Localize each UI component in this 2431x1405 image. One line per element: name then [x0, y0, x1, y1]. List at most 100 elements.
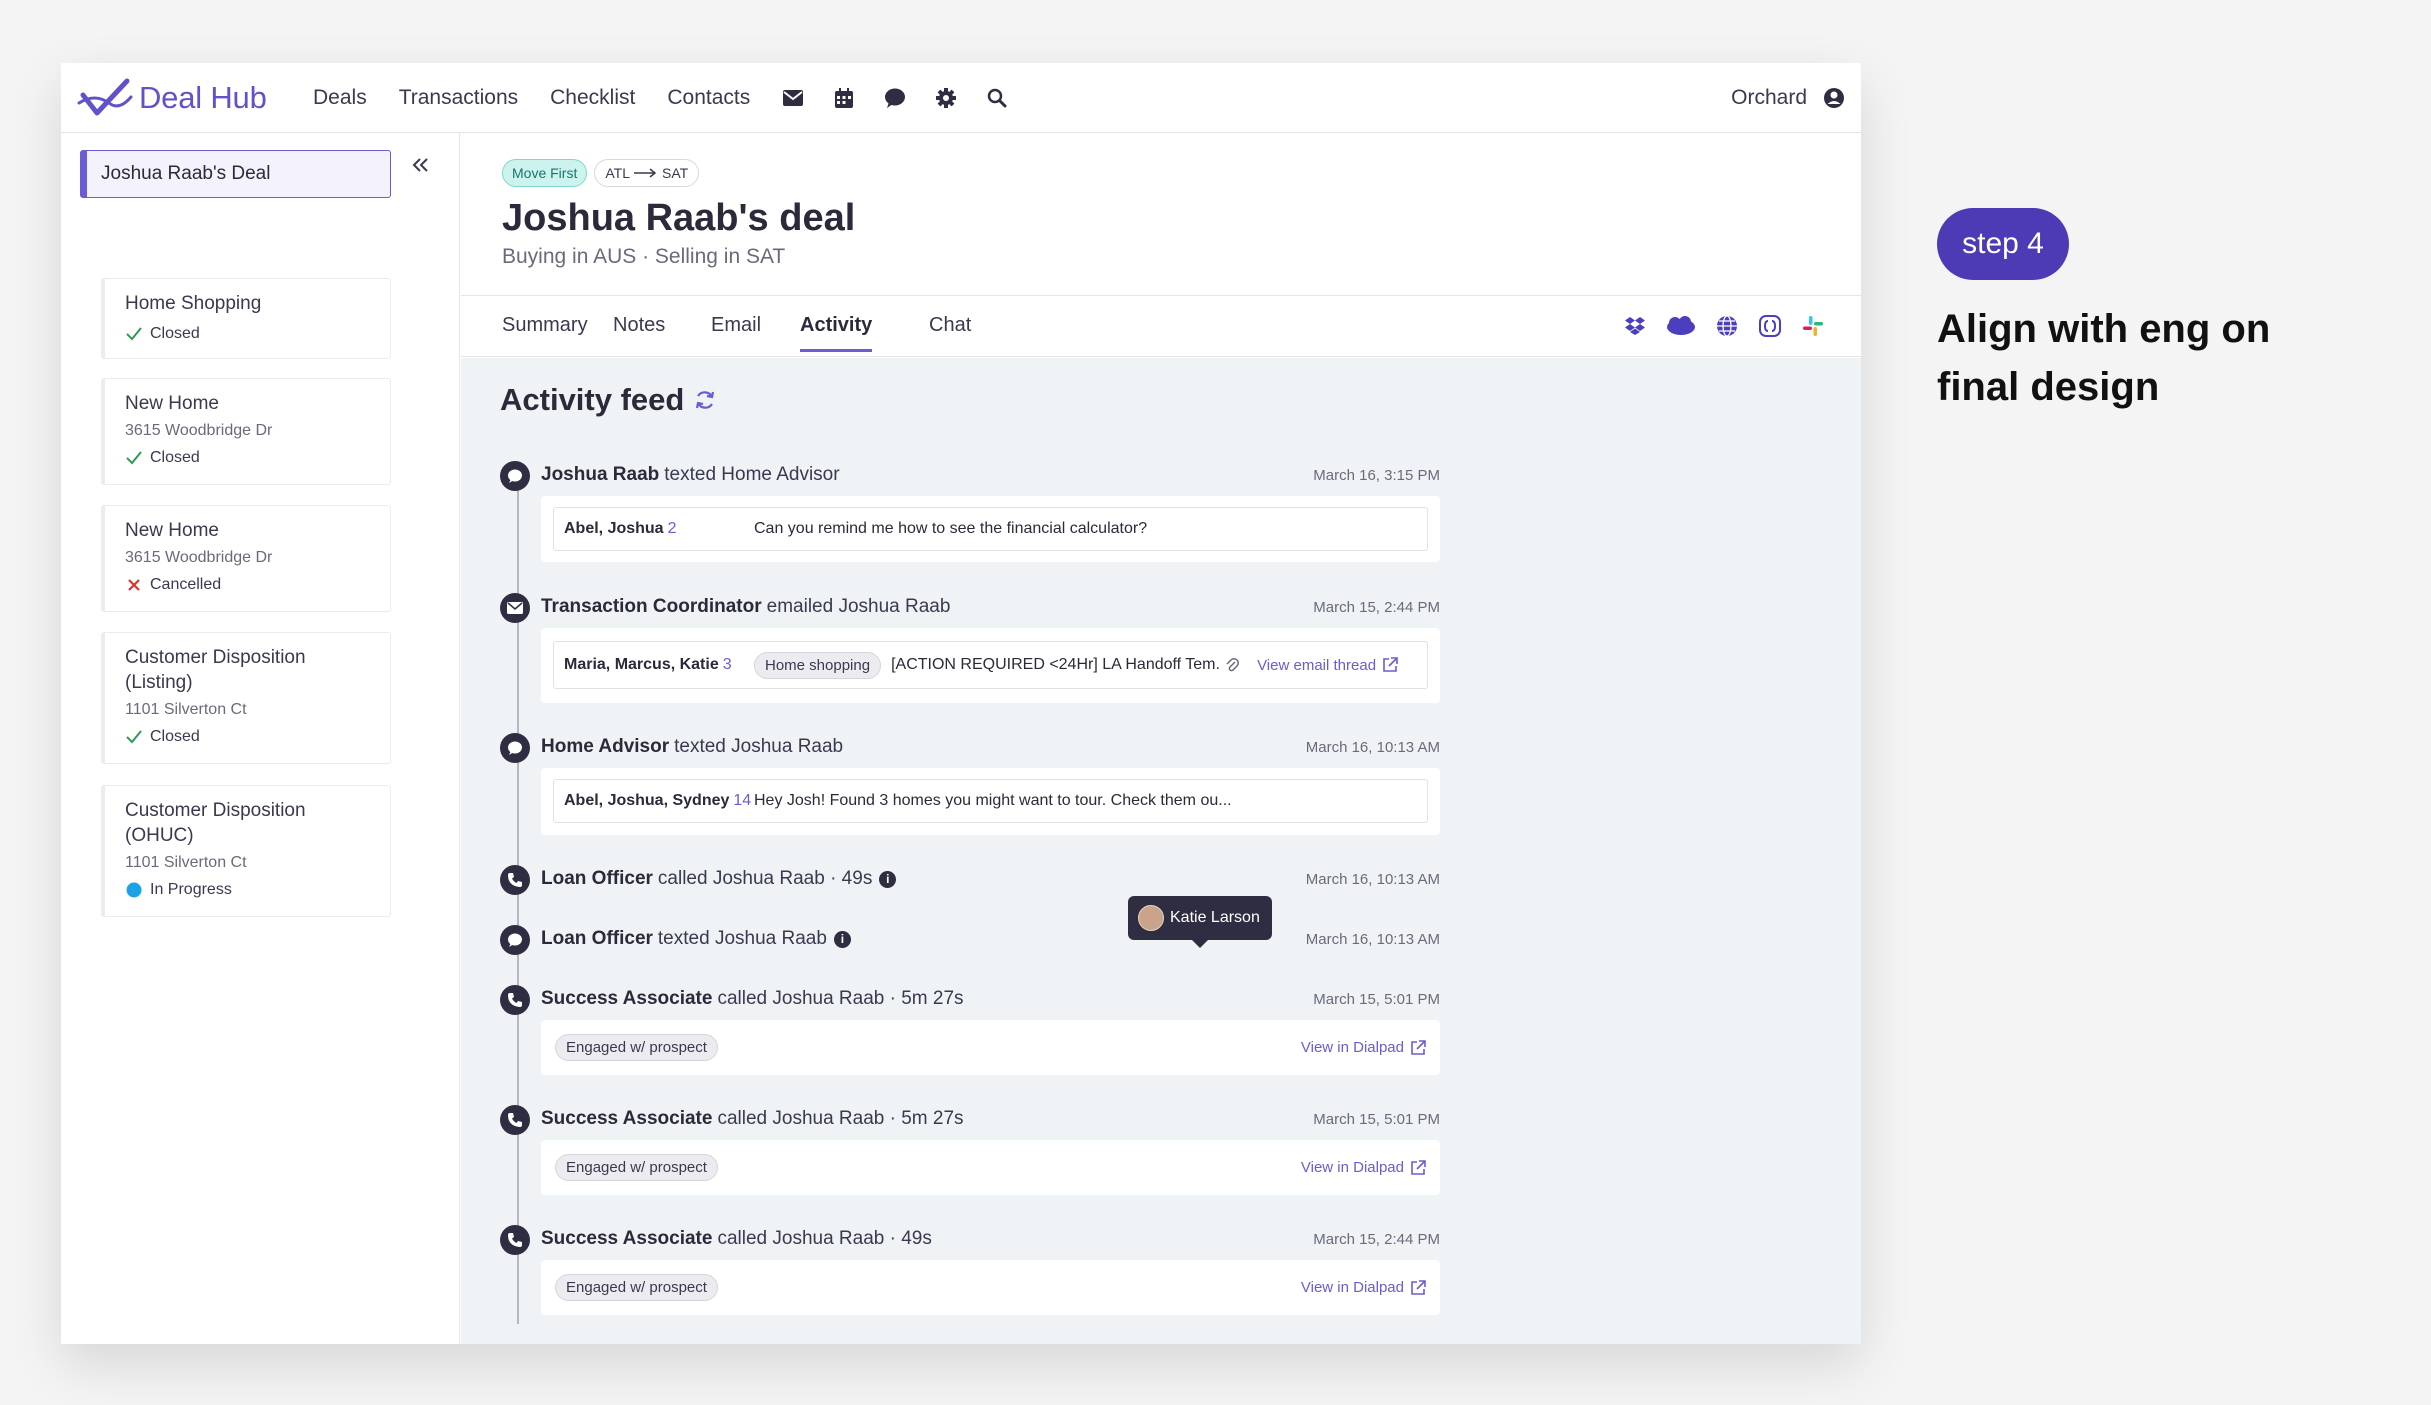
chat-icon[interactable] [884, 87, 906, 109]
view-email-thread-link[interactable]: View email thread [1257, 657, 1398, 674]
participant-count[interactable]: 2 [668, 520, 677, 537]
salesforce-icon[interactable] [1666, 314, 1696, 338]
message-card: Abel, Joshua 2 Can you remind me how to s… [541, 496, 1440, 562]
participant-count[interactable]: 14 [733, 792, 751, 809]
route-badge: ATL SAT [594, 159, 700, 187]
event-actor[interactable]: Home Advisor [541, 736, 669, 758]
message-preview[interactable]: Abel, Joshua, Sydney 14 Hey Josh! Found 3… [553, 779, 1428, 823]
chat-bubble-icon [500, 733, 530, 763]
email-preview[interactable]: Maria, Marcus, Katie 3 Home shopping [ACT… [553, 641, 1428, 689]
sidebar-deal-item[interactable]: New Home 3615 Woodbridge Dr Closed [101, 378, 391, 485]
top-nav: Deal Hub Deals Transactions Checklist Co… [61, 63, 1861, 133]
info-icon[interactable]: i [833, 930, 851, 948]
sidebar-deal-item[interactable]: Customer Disposition (OHUC) 1101 Silvert… [101, 785, 391, 917]
call-card: Engaged w/ prospect View in Dialpad [541, 1020, 1440, 1075]
user-avatar-icon[interactable] [1823, 87, 1845, 109]
x-icon [125, 576, 143, 594]
calendar-icon[interactable] [833, 87, 855, 109]
view-in-dialpad-link[interactable]: View in Dialpad [1301, 1159, 1426, 1176]
external-link-icon [1411, 1039, 1426, 1055]
event-actor[interactable]: Loan Officer [541, 928, 653, 950]
event-actor[interactable]: Success Associate [541, 1108, 712, 1130]
refresh-icon[interactable] [694, 389, 716, 411]
feed-event: Loan Officer texted Joshua Raab i March 16… [500, 925, 1440, 955]
selected-deal[interactable]: Joshua Raab's Deal [80, 150, 391, 198]
feed-event: Success Associate called Joshua Raab · 49… [500, 1225, 1440, 1255]
check-icon [125, 449, 143, 467]
activity-feed: Activity feed Joshua Raab texted Home Adv… [461, 358, 1861, 1344]
org-name[interactable]: Orchard [1731, 86, 1807, 110]
event-date: March 15, 2:44 PM [1313, 599, 1440, 616]
info-icon[interactable]: i [879, 870, 897, 888]
event-actor[interactable]: Transaction Coordinator [541, 596, 762, 618]
event-action: called Joshua Raab · 49s [717, 1228, 932, 1249]
event-date: March 15, 2:44 PM [1313, 1231, 1440, 1248]
collapse-sidebar-icon[interactable] [409, 153, 433, 177]
participant-count[interactable]: 3 [723, 656, 732, 673]
search-icon[interactable] [986, 87, 1008, 109]
event-actor[interactable]: Joshua Raab [541, 464, 659, 486]
event-date: March 16, 3:15 PM [1313, 467, 1440, 484]
logo[interactable]: Deal Hub [75, 73, 267, 123]
email-tag-chip: Home shopping [754, 651, 882, 679]
call-card: Engaged w/ prospect View in Dialpad [541, 1260, 1440, 1315]
nav-deals[interactable]: Deals [313, 86, 367, 110]
slack-icon[interactable] [1801, 314, 1825, 338]
deal-item-status: Cancelled [125, 576, 390, 594]
sidebar-deal-item[interactable]: New Home 3615 Woodbridge Dr Cancelled [101, 505, 391, 612]
event-actor[interactable]: Success Associate [541, 988, 712, 1010]
tab-email[interactable]: Email [711, 314, 761, 349]
external-link-icon [1411, 1159, 1426, 1175]
main-nav: Deals Transactions Checklist Contacts [313, 63, 1037, 133]
feed-event: Transaction Coordinator emailed Joshua Ra… [500, 593, 1440, 623]
feed-event: Loan Officer called Joshua Raab · 49s i Ma… [500, 865, 1440, 895]
event-actor[interactable]: Loan Officer [541, 868, 653, 890]
tab-activity[interactable]: Activity [800, 314, 873, 352]
nav-transactions[interactable]: Transactions [399, 86, 518, 110]
check-icon [125, 325, 143, 343]
step-description: Align with eng on final design [1937, 307, 2271, 409]
message-participants: Abel, Joshua [564, 520, 664, 537]
feed-event: Joshua Raab texted Home Advisor March 16,… [500, 461, 1440, 491]
sidebar-deal-item[interactable]: Customer Disposition (Listing) 1101 Silv… [101, 632, 391, 764]
event-date: March 16, 10:13 AM [1305, 931, 1440, 948]
deal-item-status: In Progress [125, 881, 390, 899]
deal-subtitle: Buying in AUS · Selling in SAT [502, 245, 786, 268]
nav-contacts[interactable]: Contacts [667, 86, 750, 110]
view-in-dialpad-link[interactable]: View in Dialpad [1301, 1039, 1426, 1056]
deal-header: Move First ATL SAT Joshua Raab's deal Bu… [461, 133, 1861, 296]
feed-event: Success Associate called Joshua Raab · 5m… [500, 985, 1440, 1015]
nav-checklist[interactable]: Checklist [550, 86, 635, 110]
tab-chat[interactable]: Chat [929, 314, 971, 349]
event-action: texted Home Advisor [664, 464, 840, 485]
page-title: Joshua Raab's deal [502, 197, 856, 239]
bracket-icon[interactable] [1758, 314, 1782, 338]
chat-bubble-icon [500, 461, 530, 491]
deal-item-address: 3615 Woodbridge Dr [125, 422, 273, 439]
event-actor[interactable]: Success Associate [541, 1228, 712, 1250]
message-preview[interactable]: Abel, Joshua 2 Can you remind me how to s… [553, 507, 1428, 551]
view-in-dialpad-link[interactable]: View in Dialpad [1301, 1279, 1426, 1296]
sidebar-deal-item[interactable]: Home Shopping Closed [101, 278, 391, 359]
tab-summary[interactable]: Summary [502, 314, 588, 349]
event-action: called Joshua Raab · 5m 27s [717, 1108, 964, 1129]
dropbox-icon[interactable] [1623, 314, 1647, 338]
event-action: called Joshua Raab · 5m 27s [717, 988, 964, 1009]
deal-item-address: 1101 Silverton Ct [125, 854, 247, 871]
email-participants: Maria, Marcus, Katie [564, 656, 719, 673]
event-date: March 16, 10:13 AM [1305, 871, 1440, 888]
external-link-icon [1411, 1279, 1426, 1295]
gear-icon[interactable] [935, 87, 957, 109]
integrations [1604, 314, 1825, 338]
chat-bubble-icon [500, 925, 530, 955]
globe-icon[interactable] [1715, 314, 1739, 338]
call-outcome-chip: Engaged w/ prospect [555, 1274, 718, 1301]
envelope-icon [500, 593, 530, 623]
attachment-icon [1226, 658, 1240, 672]
tab-notes[interactable]: Notes [613, 314, 665, 349]
event-date: March 15, 5:01 PM [1313, 1111, 1440, 1128]
mail-icon[interactable] [782, 87, 804, 109]
deal-item-address: 3615 Woodbridge Dr [125, 549, 273, 566]
deal-item-title: Home Shopping [125, 293, 262, 314]
call-outcome-chip: Engaged w/ prospect [555, 1034, 718, 1061]
